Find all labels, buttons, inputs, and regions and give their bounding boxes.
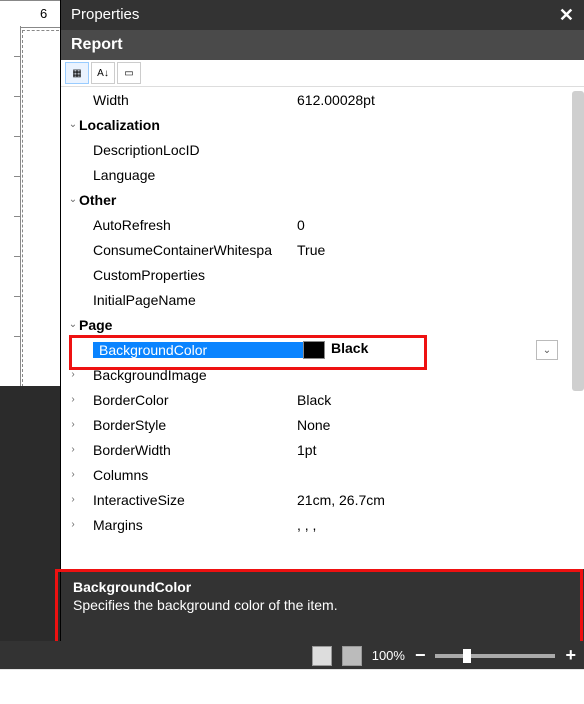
property-group[interactable]: ⌄Page: [61, 312, 572, 337]
statusbar-spacer: [0, 669, 584, 704]
property-group[interactable]: ⌄Localization: [61, 112, 572, 137]
color-swatch: [303, 341, 325, 359]
properties-panel: Properties ✕ Report ▦ A↓ ▭ Width612.0002…: [60, 0, 584, 641]
expand-icon[interactable]: ›: [67, 419, 79, 430]
expand-icon[interactable]: ›: [67, 369, 79, 380]
property-row[interactable]: InitialPageName: [61, 287, 572, 312]
design-view-icon[interactable]: [312, 646, 332, 666]
properties-toolbar: ▦ A↓ ▭: [61, 60, 584, 87]
property-row[interactable]: › BorderColorBlack: [61, 387, 572, 412]
property-value[interactable]: None: [297, 417, 572, 433]
description-text: Specifies the background color of the it…: [73, 597, 572, 613]
property-row[interactable]: Width612.00028pt: [61, 87, 572, 112]
property-name: AutoRefresh: [93, 217, 297, 233]
collapse-icon[interactable]: ⌄: [67, 119, 79, 130]
zoom-out-button[interactable]: −: [415, 645, 426, 666]
object-selector[interactable]: Report: [61, 30, 584, 60]
preview-icon[interactable]: [342, 646, 362, 666]
property-value[interactable]: 0: [297, 217, 572, 233]
property-row[interactable]: › BackgroundImage: [61, 362, 572, 387]
property-value[interactable]: True: [297, 242, 572, 258]
property-value[interactable]: 21cm, 26.7cm: [297, 492, 572, 508]
property-name: BorderStyle: [93, 417, 297, 433]
zoom-label: 100%: [372, 648, 405, 663]
design-item-outline: [22, 30, 59, 387]
property-pages-button[interactable]: ▭: [117, 62, 141, 84]
property-value[interactable]: 1pt: [297, 442, 572, 458]
collapse-icon[interactable]: ⌄: [67, 194, 79, 205]
ruler-horizontal: 6: [0, 0, 60, 28]
property-row[interactable]: › InteractiveSize21cm, 26.7cm: [61, 487, 572, 512]
property-name: CustomProperties: [93, 267, 297, 283]
property-grid[interactable]: Width612.00028pt⌄LocalizationDescription…: [61, 87, 572, 569]
property-value[interactable]: , , ,: [297, 517, 572, 533]
expand-icon[interactable]: ›: [67, 519, 79, 530]
property-name: BorderWidth: [93, 442, 297, 458]
property-row[interactable]: ConsumeContainerWhitespaTrue: [61, 237, 572, 262]
property-name: Language: [93, 167, 297, 183]
property-name: Other: [79, 192, 297, 208]
property-row[interactable]: Language: [61, 162, 572, 187]
property-name: Page: [79, 317, 297, 333]
panel-title: Properties: [71, 0, 139, 30]
property-row[interactable]: AutoRefresh0: [61, 212, 572, 237]
categorized-view-button[interactable]: ▦: [65, 62, 89, 84]
property-name: InteractiveSize: [93, 492, 297, 508]
property-row[interactable]: › Columns: [61, 462, 572, 487]
close-icon[interactable]: ✕: [559, 0, 574, 30]
property-row[interactable]: › Margins, , ,: [61, 512, 572, 537]
property-row[interactable]: › BorderStyleNone: [61, 412, 572, 437]
ruler-vertical: [0, 26, 21, 386]
expand-icon[interactable]: ›: [67, 394, 79, 405]
property-name: DescriptionLocID: [93, 142, 297, 158]
description-title: BackgroundColor: [73, 579, 572, 595]
property-name: Width: [93, 92, 297, 108]
alphabetical-view-button[interactable]: A↓: [91, 62, 115, 84]
ruler-label: 6: [40, 6, 47, 21]
property-row[interactable]: › BorderWidth1pt: [61, 437, 572, 462]
property-group[interactable]: ⌄Other: [61, 187, 572, 212]
scrollbar-vertical[interactable]: [572, 91, 584, 391]
property-name: BorderColor: [93, 392, 297, 408]
zoom-slider-thumb[interactable]: [463, 649, 471, 663]
property-row[interactable]: CustomProperties: [61, 262, 572, 287]
property-name: Columns: [93, 467, 297, 483]
property-name: Localization: [79, 117, 297, 133]
panel-header: Properties ✕: [61, 0, 584, 30]
property-value[interactable]: Black: [297, 392, 572, 408]
expand-icon[interactable]: ›: [67, 469, 79, 480]
property-description-pane: BackgroundColor Specifies the background…: [61, 569, 584, 641]
dropdown-icon[interactable]: ⌄: [536, 340, 558, 360]
expand-icon[interactable]: ›: [67, 494, 79, 505]
property-name: ConsumeContainerWhitespa: [93, 242, 297, 258]
zoom-in-button[interactable]: +: [565, 645, 576, 666]
property-value[interactable]: Black: [303, 340, 572, 358]
zoom-bar: 100% − +: [0, 641, 584, 670]
property-row[interactable]: DescriptionLocID: [61, 137, 572, 162]
property-name: BackgroundColor: [93, 342, 303, 358]
property-value[interactable]: 612.00028pt: [297, 92, 572, 108]
zoom-slider[interactable]: [435, 654, 555, 658]
property-name: InitialPageName: [93, 292, 297, 308]
property-row[interactable]: BackgroundColor ⌄Black: [61, 337, 572, 362]
property-name: BackgroundImage: [93, 367, 297, 383]
design-canvas-sliver: 6: [0, 0, 60, 704]
expand-icon[interactable]: ›: [67, 444, 79, 455]
collapse-icon[interactable]: ⌄: [67, 319, 79, 330]
property-name: Margins: [93, 517, 297, 533]
